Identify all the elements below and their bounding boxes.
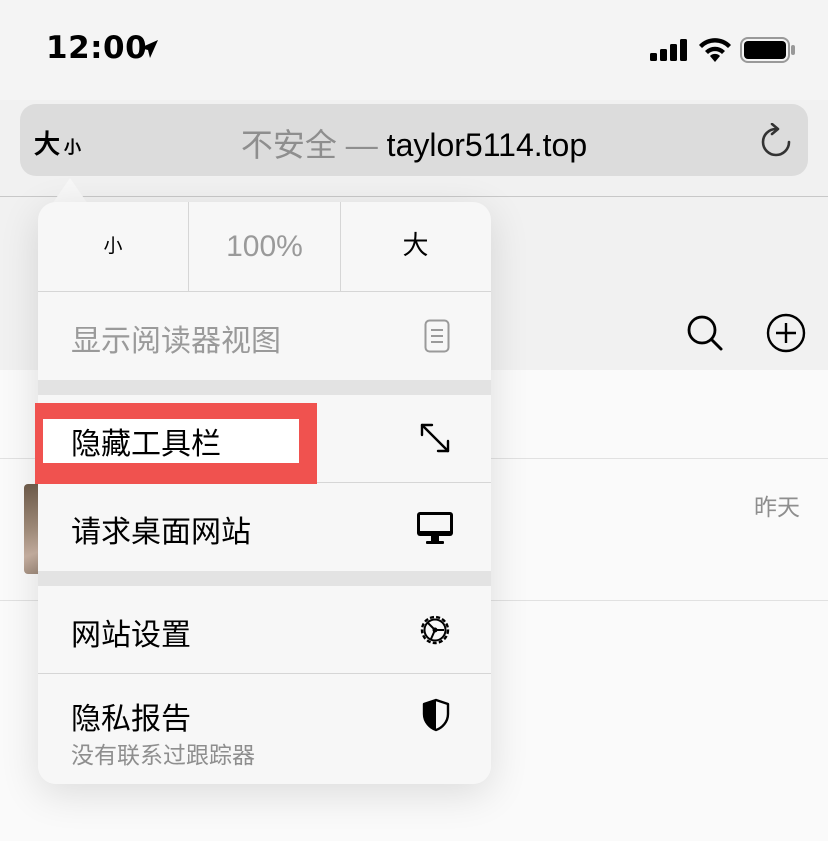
zoom-controls: 小 100% 大 xyxy=(38,202,491,292)
menu-section-separator xyxy=(38,571,491,586)
list-item-date: 昨天 xyxy=(754,495,800,521)
shield-icon xyxy=(422,698,450,732)
url-display[interactable]: 不安全 — taylor5114.top xyxy=(20,120,808,166)
page-settings-popover: 小 100% 大 显示阅读器视图 请求桌面网站 网站设置 隐私报告 没有联系过跟… xyxy=(38,202,491,784)
gear-icon xyxy=(420,615,450,645)
menu-item-label: 请求桌面网站 xyxy=(71,515,251,550)
url-dash: — xyxy=(336,127,387,163)
wifi-icon xyxy=(699,38,731,62)
status-time: 12:00 xyxy=(46,30,148,66)
menu-item-website-settings[interactable]: 网站设置 xyxy=(38,586,491,673)
battery-icon xyxy=(740,37,795,63)
menu-item-label: 显示阅读器视图 xyxy=(71,324,281,359)
search-icon[interactable] xyxy=(686,314,724,352)
menu-item-request-desktop[interactable]: 请求桌面网站 xyxy=(38,483,491,571)
menu-item-reader-view[interactable]: 显示阅读器视图 xyxy=(38,292,491,380)
zoom-out-button[interactable]: 小 xyxy=(38,202,188,291)
menu-item-label: 网站设置 xyxy=(71,618,191,653)
menu-section-separator xyxy=(38,380,491,395)
zoom-in-button[interactable]: 大 xyxy=(340,202,491,291)
desktop-icon xyxy=(417,512,453,544)
expand-arrows-icon xyxy=(420,423,450,453)
highlight-annotation: 隐藏工具栏 xyxy=(35,403,317,484)
status-bar: 12:00 xyxy=(0,0,828,100)
menu-item-privacy-report[interactable]: 隐私报告 没有联系过跟踪器 xyxy=(38,674,491,784)
popover-arrow xyxy=(52,178,88,204)
reader-view-icon xyxy=(424,319,450,353)
zoom-level[interactable]: 100% xyxy=(188,202,341,291)
address-bar[interactable]: 大 小 不安全 — taylor5114.top xyxy=(20,104,808,176)
url-domain: taylor5114.top xyxy=(386,127,588,163)
add-icon[interactable] xyxy=(766,313,806,353)
security-label: 不安全 xyxy=(240,127,337,163)
menu-item-label[interactable]: 隐藏工具栏 xyxy=(71,419,221,463)
cellular-signal-icon xyxy=(650,39,687,61)
location-arrow-icon xyxy=(140,40,158,58)
menu-item-label: 隐私报告 xyxy=(71,702,191,737)
reload-icon[interactable] xyxy=(760,123,792,159)
menu-item-sublabel: 没有联系过跟踪器 xyxy=(71,743,255,769)
